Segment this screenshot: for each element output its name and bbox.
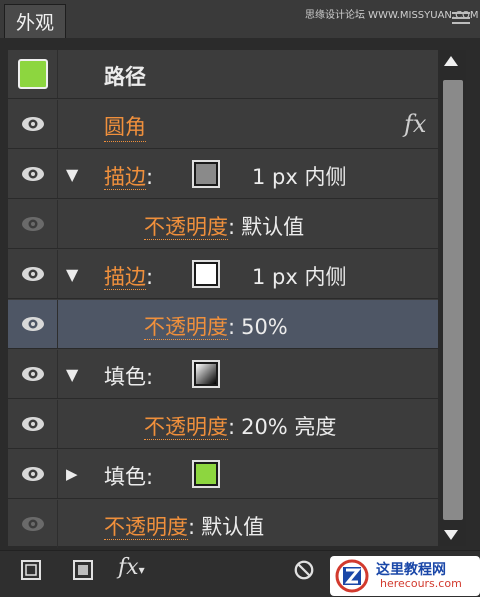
visibility-toggle[interactable] xyxy=(8,100,58,148)
logo-z-icon xyxy=(335,559,369,593)
eye-icon xyxy=(21,267,44,281)
fill-label: 填色: xyxy=(104,461,153,491)
fx-icon[interactable]: fx xyxy=(404,110,426,138)
label-colon: : xyxy=(188,515,196,539)
fill-color-swatch[interactable] xyxy=(192,460,220,488)
dropdown-arrow-icon: ▾ xyxy=(138,563,145,577)
add-new-stroke-icon[interactable] xyxy=(20,559,42,581)
opacity-row-2[interactable]: 不透明度: 20% 亮度 xyxy=(8,400,438,449)
expand-triangle-icon[interactable]: ▼ xyxy=(66,165,78,184)
opacity-link[interactable]: 不透明度 xyxy=(144,315,228,340)
logo-chinese-text: 这里教程网 xyxy=(376,562,446,578)
opacity-link[interactable]: 不透明度 xyxy=(104,515,188,540)
opacity-value: 默认值 xyxy=(201,515,265,539)
eye-icon xyxy=(21,517,44,531)
stroke-row-1[interactable]: ▼ 描边: 1 px 内侧 xyxy=(8,150,438,199)
eye-icon xyxy=(21,467,44,481)
stroke-weight-value[interactable]: 1 px 内侧 xyxy=(252,161,346,191)
object-type-label: 路径 xyxy=(104,65,146,89)
scroll-up-arrow-icon[interactable] xyxy=(444,56,458,66)
tab-appearance[interactable]: 外观 xyxy=(4,4,66,38)
add-new-fill-icon[interactable] xyxy=(72,559,94,581)
appearance-list: 路径 圆角 fx ▼ 描边: 1 px 内侧 不透明度: 默认值 ▼ 描边: 1 … xyxy=(8,50,438,549)
label-colon: : xyxy=(146,465,154,489)
stroke-label: 描边: xyxy=(104,261,153,291)
opacity-row-1[interactable]: 不透明度: 默认值 xyxy=(8,200,438,249)
add-effect-fx-icon[interactable]: fx▾ xyxy=(118,555,145,580)
opacity-link[interactable]: 不透明度 xyxy=(144,415,228,440)
effect-link-rounded-corners[interactable]: 圆角 xyxy=(104,111,146,142)
stroke-link[interactable]: 描边 xyxy=(104,165,146,190)
eye-icon xyxy=(21,317,44,331)
fill-row-2[interactable]: ▶ 填色: xyxy=(8,450,438,499)
stroke-color-swatch[interactable] xyxy=(192,160,220,188)
visibility-toggle[interactable] xyxy=(8,200,58,248)
eye-icon xyxy=(21,117,44,131)
panel-menu-icon[interactable] xyxy=(452,12,470,26)
opacity-label: 不透明度: 50% xyxy=(144,311,288,341)
eye-icon xyxy=(21,367,44,381)
eye-icon xyxy=(21,417,44,431)
stroke-weight-value[interactable]: 1 px 内侧 xyxy=(252,261,346,291)
scroll-down-arrow-icon[interactable] xyxy=(444,530,458,540)
site-logo: 这里教程网 herecours.com xyxy=(330,556,480,596)
eye-icon xyxy=(21,167,44,181)
panel-header: 外观 思缘设计论坛 WWW.MISSYUAN.COM xyxy=(0,0,480,38)
expand-triangle-icon[interactable]: ▼ xyxy=(66,365,78,384)
fx-label: fx xyxy=(118,555,139,580)
opacity-row-selected[interactable]: 不透明度: 50% xyxy=(8,300,438,349)
opacity-value: 50% xyxy=(241,315,288,339)
stroke-link[interactable]: 描边 xyxy=(104,265,146,290)
opacity-value: 默认值 xyxy=(241,215,305,239)
object-thumbnail xyxy=(17,59,48,89)
expand-triangle-icon[interactable]: ▼ xyxy=(66,265,78,284)
effect-row-rounded-corners[interactable]: 圆角 fx xyxy=(8,100,438,149)
fill-row-1[interactable]: ▼ 填色: xyxy=(8,350,438,399)
scroll-thumb[interactable] xyxy=(443,80,463,520)
opacity-label: 不透明度: 默认值 xyxy=(104,511,264,541)
label-colon: : xyxy=(228,315,236,339)
label-colon: : xyxy=(228,215,236,239)
visibility-toggle[interactable] xyxy=(8,250,58,298)
object-header-row: 路径 xyxy=(8,50,438,99)
visibility-toggle[interactable] xyxy=(8,500,58,548)
clear-appearance-icon[interactable] xyxy=(292,559,316,581)
label-colon: : xyxy=(146,365,154,389)
fill-gradient-swatch[interactable] xyxy=(192,360,220,388)
eye-icon xyxy=(21,217,44,231)
stroke-color-swatch[interactable] xyxy=(192,260,220,288)
fill-label: 填色: xyxy=(104,361,153,391)
visibility-toggle[interactable] xyxy=(8,150,58,198)
stroke-label: 描边: xyxy=(104,161,153,191)
collapse-triangle-icon[interactable]: ▶ xyxy=(66,465,78,483)
vertical-scrollbar[interactable] xyxy=(440,50,466,546)
label-colon: : xyxy=(146,265,154,289)
visibility-toggle[interactable] xyxy=(8,300,58,348)
opacity-link[interactable]: 不透明度 xyxy=(144,215,228,240)
opacity-label: 不透明度: 20% 亮度 xyxy=(144,411,336,441)
label-colon: : xyxy=(146,165,154,189)
stroke-row-2[interactable]: ▼ 描边: 1 px 内侧 xyxy=(8,250,438,299)
fill-label-text: 填色 xyxy=(104,365,146,389)
visibility-toggle[interactable] xyxy=(8,400,58,448)
label-colon: : xyxy=(228,415,236,439)
fill-label-text: 填色 xyxy=(104,465,146,489)
opacity-value: 20% 亮度 xyxy=(241,415,337,439)
opacity-label: 不透明度: 默认值 xyxy=(144,211,304,241)
logo-url-text: herecours.com xyxy=(380,577,462,590)
visibility-toggle[interactable] xyxy=(8,450,58,498)
object-thumbnail-cell xyxy=(8,50,58,98)
visibility-toggle[interactable] xyxy=(8,350,58,398)
opacity-row-object[interactable]: 不透明度: 默认值 xyxy=(8,500,438,549)
